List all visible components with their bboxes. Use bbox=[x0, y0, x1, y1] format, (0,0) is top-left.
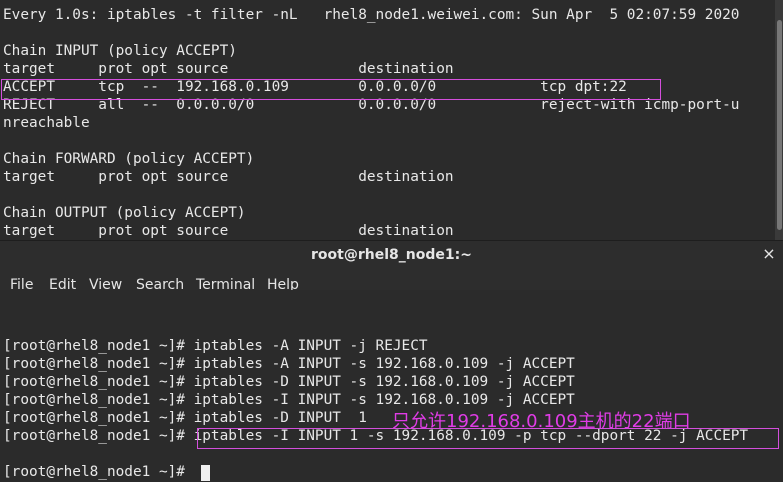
shell-line: [root@rhel8_node1 ~]# iptables -D INPUT … bbox=[3, 410, 367, 426]
shell-prompt[interactable]: [root@rhel8_node1 ~]# bbox=[3, 463, 194, 481]
watch-scrollbar[interactable] bbox=[775, 0, 783, 240]
watch-line: Chain INPUT (policy ACCEPT) bbox=[3, 43, 237, 59]
watch-line: Chain OUTPUT (policy ACCEPT) bbox=[3, 205, 246, 221]
watch-line: REJECT all -- 0.0.0.0/0 0.0.0.0/0 reject… bbox=[3, 97, 740, 113]
shell-line: [root@rhel8_node1 ~]# iptables -A INPUT … bbox=[3, 356, 575, 372]
watch-line: target prot opt source destination bbox=[3, 223, 454, 239]
text-cursor bbox=[201, 465, 210, 481]
shell-line: [root@rhel8_node1 ~]# iptables -D INPUT … bbox=[3, 374, 575, 390]
menu-bar: File Edit View Search Terminal Help bbox=[0, 268, 783, 293]
annotation-text: 只允许192.168.0.109主机的22端口 bbox=[392, 411, 691, 432]
close-icon[interactable]: × bbox=[761, 245, 777, 263]
shell-line: [root@rhel8_node1 ~]# iptables -A INPUT … bbox=[3, 338, 428, 354]
watch-output-pane[interactable]: Every 1.0s: iptables -t filter -nL rhel8… bbox=[0, 0, 783, 240]
watch-line: target prot opt source destination bbox=[3, 169, 454, 185]
watch-line: nreachable bbox=[3, 115, 90, 131]
watch-line-accept-rule: ACCEPT tcp -- 192.168.0.109 0.0.0.0/0 tc… bbox=[3, 79, 627, 95]
watch-line: Chain FORWARD (policy ACCEPT) bbox=[3, 151, 255, 167]
watch-scrollbar-thumb[interactable] bbox=[777, 20, 782, 230]
window-title: root@rhel8_node1:~ bbox=[311, 247, 472, 263]
window-titlebar[interactable]: root@rhel8_node1:~ × bbox=[0, 240, 783, 269]
shell-pane[interactable]: [root@rhel8_node1 ~]# iptables -A INPUT … bbox=[0, 290, 783, 482]
watch-line: target prot opt source destination bbox=[3, 61, 454, 77]
watch-header: Every 1.0s: iptables -t filter -nL rhel8… bbox=[3, 7, 740, 23]
